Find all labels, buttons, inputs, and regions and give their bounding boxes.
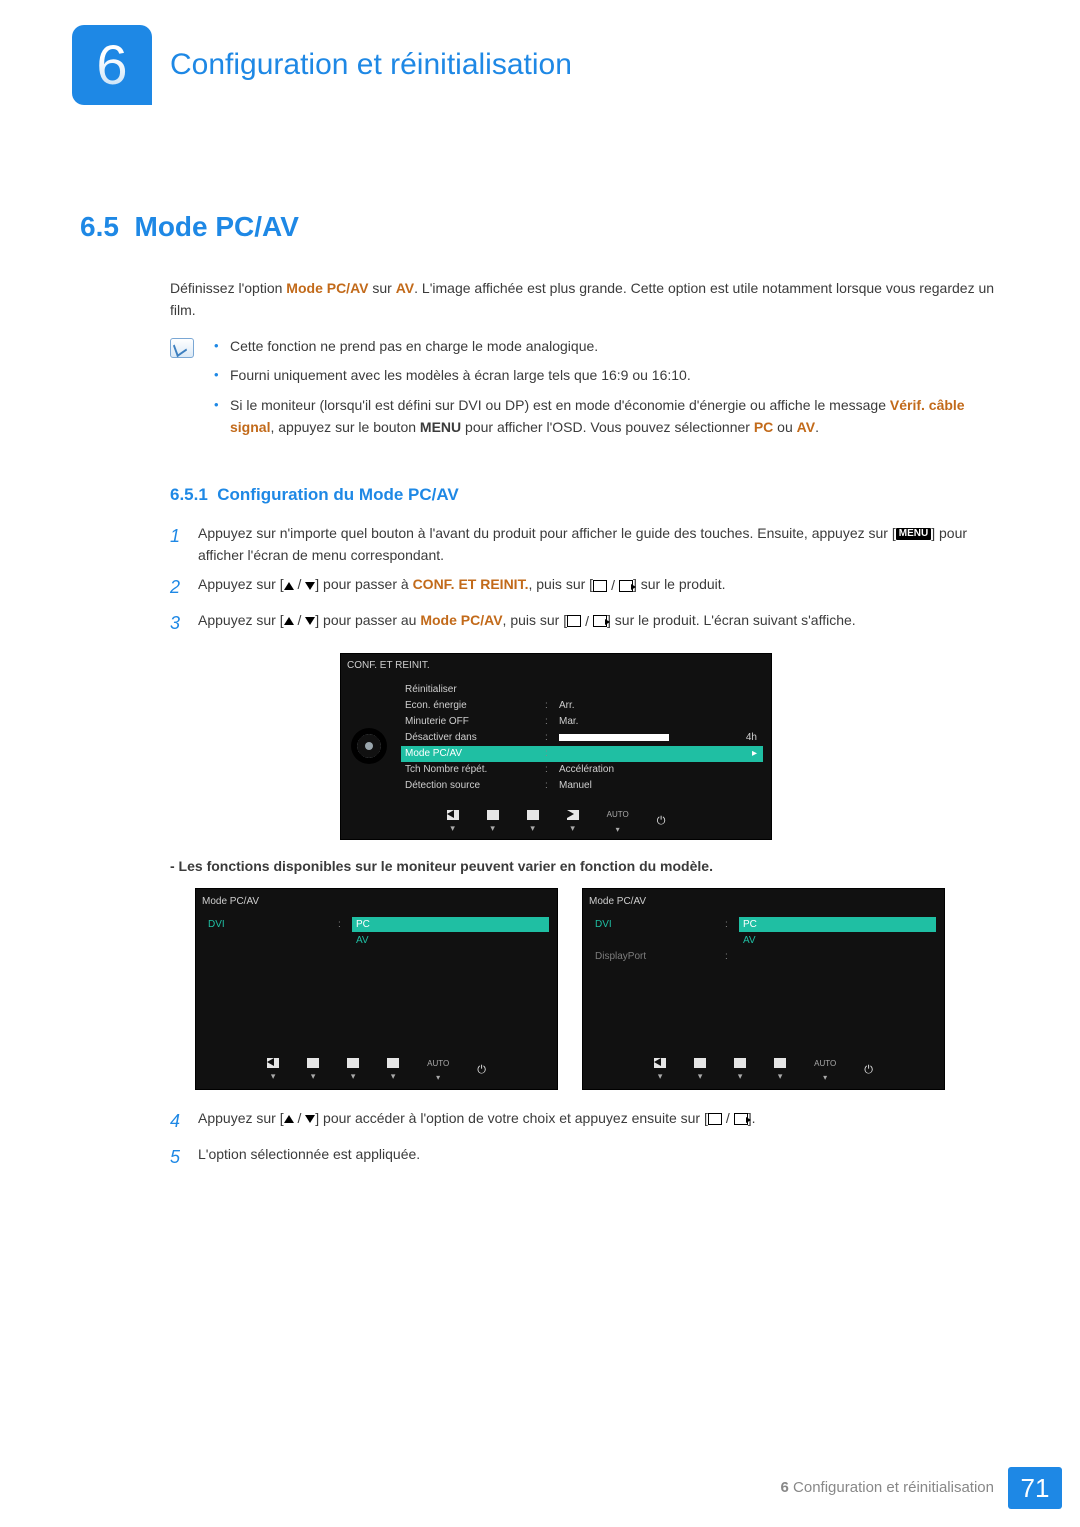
footer-text: 6 Configuration et réinitialisation xyxy=(781,1476,994,1499)
page-header: 6 Configuration et réinitialisation xyxy=(72,25,1010,105)
osd-option-selected: PC xyxy=(352,917,549,933)
osd-row: Désactiver dans: 4h xyxy=(401,730,763,746)
steps-list-continued: 4 Appuyez sur [ / ] pour accéder à l'opt… xyxy=(170,1108,1010,1172)
note-list: Cette fonction ne prend pas en charge le… xyxy=(214,336,1010,447)
osd-row: Econ. énergie:Arr. xyxy=(401,698,763,714)
select-key-icon: / xyxy=(708,1108,748,1130)
subsection-title: 6.5.1 Configuration du Mode PC/AV xyxy=(170,482,1010,508)
gear-icon xyxy=(355,732,383,760)
osd-option-selected: PC xyxy=(739,917,936,933)
osd-row: Mode PC/AV:▸ xyxy=(401,746,763,762)
step-number: 3 xyxy=(170,610,198,638)
back-icon: ▾ xyxy=(654,1058,666,1084)
chapter-title: Configuration et réinitialisation xyxy=(170,42,572,89)
back-icon: ▾ xyxy=(267,1058,279,1084)
chapter-number: 6 xyxy=(96,22,127,109)
page-footer: 6 Configuration et réinitialisation 71 xyxy=(0,1467,1080,1509)
down-arrow-icon xyxy=(305,617,315,625)
back-icon: ▾ xyxy=(447,810,459,836)
chapter-badge: 6 xyxy=(72,25,152,105)
step-number: 5 xyxy=(170,1144,198,1172)
osd-footer: ▾ ▾ ▾ ▾ AUTO▾ xyxy=(341,809,771,836)
osd-option: AV xyxy=(352,933,549,949)
select-key-icon: / xyxy=(567,611,607,633)
osd-row: Réinitialiser xyxy=(401,682,763,698)
power-icon xyxy=(657,813,666,832)
step-item: 5 L'option sélectionnée est appliquée. xyxy=(170,1144,1010,1172)
power-icon xyxy=(477,1062,486,1081)
select-key-icon: / xyxy=(593,575,633,597)
down-arrow-icon: ▾ xyxy=(694,1058,706,1084)
auto-label: AUTO▾ xyxy=(814,1058,836,1085)
osd-title: CONF. ET REINIT. xyxy=(347,658,430,674)
up-arrow-icon: ▾ xyxy=(347,1058,359,1084)
enter-icon: ▾ xyxy=(774,1058,786,1084)
page-number: 71 xyxy=(1008,1467,1062,1509)
power-icon xyxy=(864,1062,873,1081)
auto-label: AUTO▾ xyxy=(607,809,629,836)
osd-row: Détection source:Manuel xyxy=(401,778,763,794)
step-item: 1 Appuyez sur n'importe quel bouton à l'… xyxy=(170,523,1010,566)
up-arrow-icon: ▾ xyxy=(734,1058,746,1084)
note-icon xyxy=(170,338,194,358)
osd-row: Tch Nombre répét.:Accélération xyxy=(401,762,763,778)
variation-caption: - Les fonctions disponibles sur le monit… xyxy=(170,856,1010,878)
auto-label: AUTO▾ xyxy=(427,1058,449,1085)
section-title: 6.5 Mode PC/AV xyxy=(80,205,1010,248)
step-number: 1 xyxy=(170,523,198,566)
osd-row: Minuterie OFF:Mar. xyxy=(401,714,763,730)
osd-screenshot-main: CONF. ET REINIT. RéinitialiserEcon. éner… xyxy=(340,653,1010,840)
osd-screenshot-pair: Mode PC/AV DVI : PC AV ▾ ▾ ▾ ▾ AUTO▾ xyxy=(195,888,1010,1090)
osd-screenshot-left: Mode PC/AV DVI : PC AV ▾ ▾ ▾ ▾ AUTO▾ xyxy=(195,888,558,1090)
note-item: Fourni uniquement avec les modèles à écr… xyxy=(214,365,1010,387)
steps-list: 1 Appuyez sur n'importe quel bouton à l'… xyxy=(170,523,1010,638)
menu-key-icon: MENU xyxy=(896,528,931,540)
intro-paragraph: Définissez l'option Mode PC/AV sur AV. L… xyxy=(170,278,1010,321)
mode-label: Mode PC/AV xyxy=(286,280,368,296)
forward-icon: ▾ xyxy=(567,810,579,836)
osd-source-label: DVI xyxy=(595,917,725,933)
step-item: 3 Appuyez sur [ / ] pour passer au Mode … xyxy=(170,610,1010,638)
note-item: Si le moniteur (lorsqu'il est défini sur… xyxy=(214,395,1010,438)
section-number: 6.5 xyxy=(80,211,119,242)
down-arrow-icon: ▾ xyxy=(487,810,499,836)
section-heading: Mode PC/AV xyxy=(135,211,299,242)
step-item: 4 Appuyez sur [ / ] pour accéder à l'opt… xyxy=(170,1108,1010,1136)
enter-icon: ▾ xyxy=(387,1058,399,1084)
down-arrow-icon xyxy=(305,1115,315,1123)
osd-title: Mode PC/AV xyxy=(589,894,646,910)
step-number: 2 xyxy=(170,574,198,602)
step-number: 4 xyxy=(170,1108,198,1136)
av-label: AV xyxy=(396,280,414,296)
osd-screenshot-right: Mode PC/AV DVI : PC AV DisplayPort : xyxy=(582,888,945,1090)
note-block: Cette fonction ne prend pas en charge le… xyxy=(170,336,1010,447)
osd-footer: ▾ ▾ ▾ ▾ AUTO▾ xyxy=(196,1058,557,1085)
osd-title: Mode PC/AV xyxy=(202,894,259,910)
step-item: 2 Appuyez sur [ / ] pour passer à CONF. … xyxy=(170,574,1010,602)
osd-footer: ▾ ▾ ▾ ▾ AUTO▾ xyxy=(583,1058,944,1085)
osd-source-label: DisplayPort xyxy=(595,949,725,965)
up-arrow-icon xyxy=(284,582,294,590)
up-arrow-icon: ▾ xyxy=(527,810,539,836)
down-arrow-icon: ▾ xyxy=(307,1058,319,1084)
down-arrow-icon xyxy=(305,582,315,590)
note-item: Cette fonction ne prend pas en charge le… xyxy=(214,336,1010,358)
up-arrow-icon xyxy=(284,617,294,625)
osd-option: AV xyxy=(739,933,936,949)
osd-source-label: DVI xyxy=(208,917,338,933)
up-arrow-icon xyxy=(284,1115,294,1123)
